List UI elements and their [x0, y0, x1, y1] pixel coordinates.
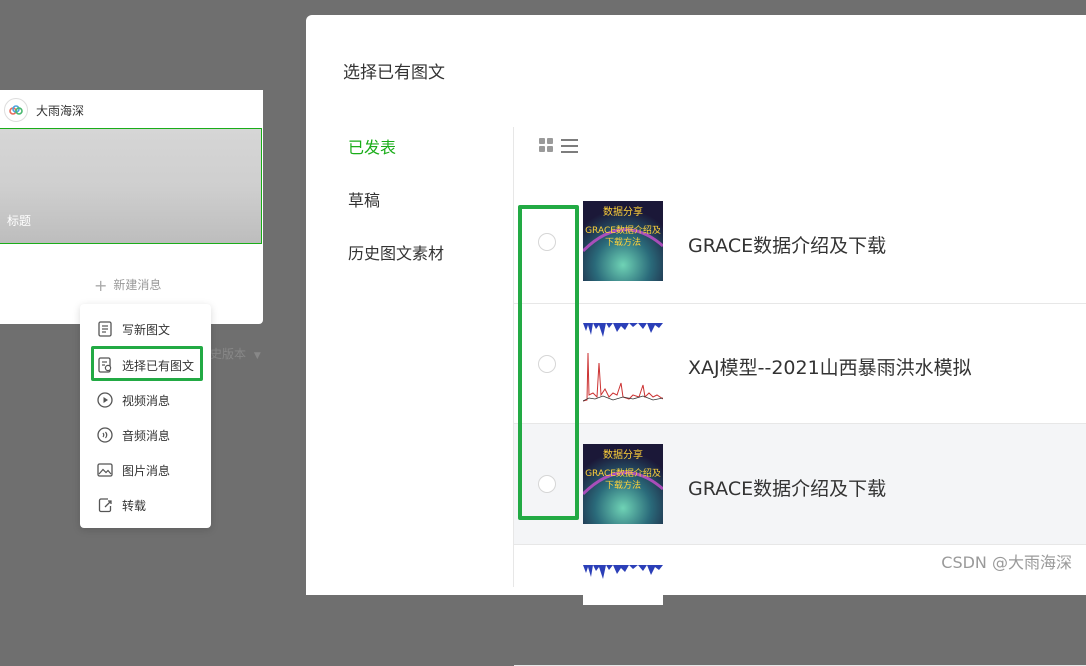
editor-panel: 大雨海深 标题 + 新建消息 [0, 90, 263, 324]
menu-item-audio[interactable]: 音频消息 [96, 426, 170, 444]
dialog-title: 选择已有图文 [343, 63, 445, 83]
article-row[interactable]: XAJ模型--2021山西暴雨洪水模拟 [514, 303, 1086, 424]
tab-drafts[interactable]: 草稿 [348, 187, 380, 211]
thumb-text: 下载方法 [605, 236, 641, 248]
hydrograph-thumbnail [583, 323, 663, 403]
hydrograph-thumbnail [583, 565, 663, 605]
article-row[interactable]: 数据分享 GRACE数据介绍及 下载方法 GRACE数据介绍及下载 [514, 424, 1086, 545]
article-title: XAJ模型--2021山西暴雨洪水模拟 [688, 357, 972, 379]
play-icon [97, 392, 113, 408]
image-icon [97, 463, 113, 477]
document-icon [98, 321, 112, 337]
menu-item-video[interactable]: 视频消息 [96, 391, 170, 409]
thumb-text: GRACE数据介绍及 [585, 224, 661, 236]
list-view-icon[interactable] [561, 138, 578, 153]
tab-history-materials[interactable]: 历史图文素材 [348, 240, 444, 264]
article-title: GRACE数据介绍及下载 [688, 235, 887, 257]
thumb-text: 数据分享 [603, 205, 643, 218]
select-existing-highlight [91, 346, 203, 381]
article-title: GRACE数据介绍及下载 [688, 478, 887, 500]
radio-selection-highlight [518, 205, 579, 520]
select-article-dialog: 选择已有图文 已发表 草稿 历史图文素材 数据分享 GRACE数据介绍及 下载方… [306, 15, 1086, 666]
watermark: CSDN @大雨海深 [941, 553, 1072, 572]
history-version-dropdown[interactable]: 史版本 ▼ [210, 345, 261, 362]
account-header: 大雨海深 [4, 98, 84, 122]
menu-item-label: 转载 [122, 498, 147, 513]
history-version-label: 史版本 [210, 347, 247, 361]
tab-published[interactable]: 已发表 [348, 134, 396, 158]
grid-view-icon[interactable] [539, 138, 553, 152]
cover-title: 标题 [7, 214, 32, 228]
plus-icon: + [94, 276, 108, 295]
caret-down-icon: ▼ [253, 351, 261, 361]
menu-item-repost[interactable]: 转载 [96, 496, 146, 514]
new-message-button[interactable]: + 新建消息 [94, 276, 161, 295]
menu-item-label: 图片消息 [122, 463, 171, 478]
view-toggle [539, 138, 578, 153]
account-logo-icon [4, 98, 28, 122]
new-message-label: 新建消息 [113, 278, 162, 292]
menu-item-label: 写新图文 [122, 322, 171, 337]
insert-menu: 写新图文 选择已有图文 视频消息 音频消息 图片消息 转载 [80, 304, 211, 528]
grace-thumbnail: 数据分享 GRACE数据介绍及 下载方法 [583, 444, 663, 524]
thumb-text: 数据分享 [603, 448, 643, 461]
menu-item-image[interactable]: 图片消息 [96, 461, 170, 479]
thumb-text: 下载方法 [605, 479, 641, 491]
account-name: 大雨海深 [36, 103, 85, 118]
audio-icon [97, 427, 113, 443]
menu-item-label: 视频消息 [122, 393, 171, 408]
thumb-text: GRACE数据介绍及 [585, 467, 661, 479]
article-row[interactable]: 数据分享 GRACE数据介绍及 下载方法 GRACE数据介绍及下载 [514, 183, 1086, 304]
menu-item-write-article[interactable]: 写新图文 [96, 320, 170, 338]
grace-thumbnail: 数据分享 GRACE数据介绍及 下载方法 [583, 201, 663, 281]
menu-item-label: 音频消息 [122, 428, 171, 443]
share-icon [98, 498, 112, 513]
article-cover[interactable]: 标题 [0, 128, 262, 244]
